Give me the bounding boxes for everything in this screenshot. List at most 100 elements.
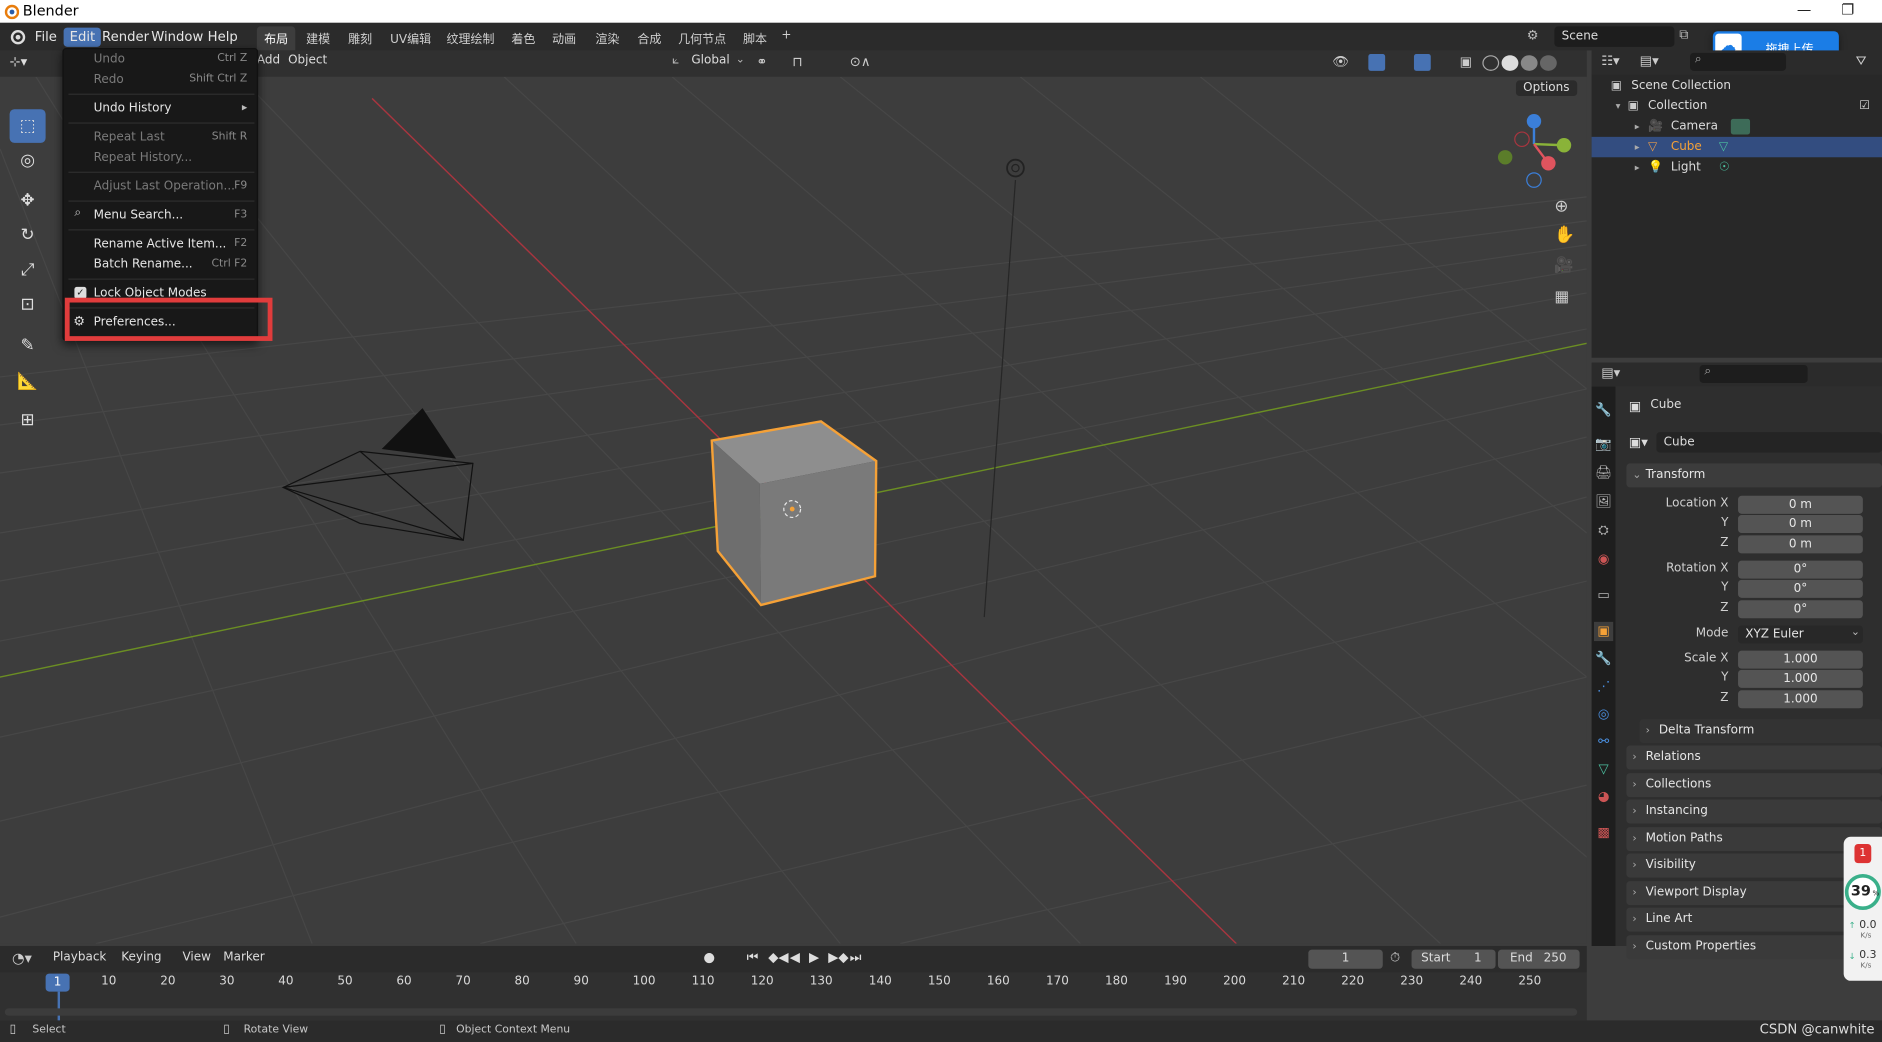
properties-search-input[interactable]: ⌕	[1699, 364, 1808, 383]
rotation-z-field[interactable]: 0°	[1738, 600, 1863, 619]
rotation-x-field[interactable]: 0°	[1738, 560, 1863, 579]
constraints-tab-icon[interactable]: ⚯	[1594, 732, 1613, 751]
menu-undo-history[interactable]: Undo History ▸	[64, 98, 260, 118]
current-frame-field[interactable]: 1	[1308, 949, 1383, 969]
rendered-shading-icon[interactable]	[1539, 55, 1557, 71]
outliner-editor-icon[interactable]: ☷▾	[1601, 53, 1619, 69]
transform-tool-icon[interactable]: ⊡	[10, 288, 46, 322]
expand-arrow-icon[interactable]: ▾	[1616, 96, 1621, 116]
expand-arrow-icon[interactable]: ▸	[1635, 116, 1640, 136]
menu-add[interactable]: Add	[257, 54, 280, 67]
keying-menu[interactable]: Keying	[121, 951, 161, 964]
view-menu[interactable]: View	[182, 951, 210, 964]
solid-shading-icon[interactable]	[1501, 55, 1519, 71]
location-z-field[interactable]: 0 m	[1738, 535, 1863, 554]
transform-orientation-dropdown[interactable]: Global	[691, 54, 729, 67]
navigation-gizmo[interactable]	[1497, 114, 1572, 188]
timeline-scrollbar[interactable]	[4, 1008, 1578, 1016]
menu-help[interactable]: Help	[202, 28, 244, 47]
annotate-tool-icon[interactable]: ✎	[10, 329, 46, 363]
play-icon[interactable]: ▶	[809, 950, 819, 966]
collections-panel[interactable]: › Collections	[1626, 773, 1882, 798]
outliner-row-collection[interactable]: ▾ ▣ Collection ☑	[1592, 96, 1882, 116]
visibility-icon[interactable]: 👁	[1332, 54, 1349, 70]
tab-modeling[interactable]: 建模	[306, 29, 330, 47]
transform-panel-header[interactable]: ⌄ Transform	[1626, 463, 1882, 488]
overlay-toggle-icon[interactable]	[1413, 54, 1431, 71]
outliner-row-camera[interactable]: ▸ 🎥 Camera	[1592, 116, 1882, 136]
menu-file[interactable]: File	[29, 28, 63, 47]
tab-shading[interactable]: 着色	[511, 29, 535, 47]
tab-layout[interactable]: 布局	[256, 26, 296, 51]
maximize-button[interactable]: ❐	[1841, 1, 1854, 18]
measure-tool-icon[interactable]: 📐	[10, 365, 46, 399]
minimize-button[interactable]: —	[1797, 1, 1811, 18]
material-shading-icon[interactable]	[1520, 55, 1538, 71]
output-tab-icon[interactable]: 🖨	[1594, 463, 1613, 482]
move-tool-icon[interactable]: ✥	[10, 184, 46, 218]
jump-end-icon[interactable]: ⏭	[850, 950, 862, 967]
data-tab-icon[interactable]: ▽	[1594, 760, 1613, 779]
stopwatch-icon[interactable]: ⏱	[1390, 950, 1400, 967]
display-mode-icon[interactable]: ▤▾	[1640, 53, 1659, 69]
texture-tab-icon[interactable]: ▩	[1594, 824, 1613, 843]
gizmo-toggle-icon[interactable]	[1368, 54, 1386, 71]
filter-icon[interactable]: ⛛	[1856, 53, 1867, 70]
blender-menu-icon[interactable]	[8, 28, 26, 46]
menu-redo[interactable]: Redo Shift Ctrl Z	[64, 70, 260, 90]
tab-texture-paint[interactable]: 纹理绘制	[447, 29, 495, 47]
pivot-point-icon[interactable]: ⚭	[756, 54, 767, 70]
play-reverse-icon[interactable]: ◀	[790, 950, 800, 966]
menu-search[interactable]: Menu Search... F3	[64, 205, 260, 225]
jump-start-icon[interactable]: ⏮	[747, 950, 759, 967]
view-layer-tab-icon[interactable]: 🖼	[1594, 492, 1613, 511]
tool-tab-icon[interactable]: 🔧	[1594, 401, 1613, 420]
prev-keyframe-icon[interactable]: ◆◀	[768, 950, 788, 966]
particles-tab-icon[interactable]: ⋰	[1594, 677, 1613, 696]
expand-arrow-icon[interactable]: ▸	[1635, 157, 1640, 177]
tab-animation[interactable]: 动画	[552, 29, 576, 47]
scale-z-field[interactable]: 1.000	[1738, 690, 1863, 709]
wireframe-shading-icon[interactable]	[1482, 55, 1500, 71]
options-button[interactable]: Options	[1515, 80, 1577, 97]
rotation-y-field[interactable]: 0°	[1738, 579, 1863, 598]
outliner-row-light[interactable]: ▸ 💡 Light ☉	[1592, 157, 1882, 177]
modifier-tab-icon[interactable]: 🔧	[1594, 649, 1613, 668]
network-monitor-widget[interactable]: 1 39 % ↑ 0.0 K/s ↓ 0.3 K/s	[1843, 836, 1882, 981]
start-frame-field[interactable]: Start 1	[1411, 949, 1496, 969]
tab-geometry-nodes[interactable]: 几何节点	[678, 29, 726, 47]
physics-tab-icon[interactable]: ◎	[1594, 705, 1613, 724]
editor-type-icon[interactable]: ⊹▾	[10, 54, 28, 70]
outliner-row-cube[interactable]: ▸ ▽ Cube ▽	[1591, 136, 1882, 158]
camera-view-icon[interactable]: 🎥	[1554, 257, 1573, 275]
add-cube-tool-icon[interactable]: ⊞	[10, 403, 46, 437]
cursor-tool-icon[interactable]: ◎	[10, 144, 46, 178]
tab-scripting[interactable]: 脚本	[743, 29, 767, 47]
menu-batch-rename[interactable]: Batch Rename... Ctrl F2	[64, 255, 260, 275]
object-type-dropdown-icon[interactable]: ▣▾	[1629, 435, 1648, 451]
proportional-edit-icon[interactable]: ⊙∧	[850, 54, 871, 70]
menu-object[interactable]: Object	[288, 54, 327, 67]
tab-uv-editing[interactable]: UV编辑	[390, 29, 431, 47]
tab-sculpting[interactable]: 雕刻	[348, 29, 372, 47]
menu-window[interactable]: Window	[145, 28, 209, 47]
menu-undo[interactable]: Undo Ctrl Z	[64, 49, 260, 69]
object-name-input[interactable]: Cube	[1656, 432, 1882, 453]
delta-transform-panel[interactable]: › Delta Transform	[1639, 719, 1882, 744]
expand-arrow-icon[interactable]: ▸	[1635, 137, 1640, 157]
object-tab-icon[interactable]: ▣	[1593, 621, 1614, 642]
light-object[interactable]	[983, 158, 1025, 618]
scale-y-field[interactable]: 1.000	[1738, 669, 1863, 688]
tab-compositing[interactable]: 合成	[637, 29, 661, 47]
xray-icon[interactable]: ▣	[1460, 54, 1472, 70]
properties-editor-icon[interactable]: ▤▾	[1601, 365, 1620, 381]
hand-pan-icon[interactable]: ✋	[1554, 226, 1575, 245]
menu-rename-active-item[interactable]: Rename Active Item... F2	[64, 234, 260, 254]
outliner-row-scene-collection[interactable]: ▣ Scene Collection	[1592, 76, 1882, 96]
new-scene-icon[interactable]: ⧉	[1679, 26, 1688, 43]
menu-repeat-history[interactable]: Repeat History...	[64, 148, 260, 168]
next-keyframe-icon[interactable]: ▶◆	[828, 950, 848, 966]
material-tab-icon[interactable]: ◕	[1594, 788, 1613, 807]
timeline-editor-icon[interactable]: ◔▾	[12, 950, 32, 967]
world-tab-icon[interactable]: ◉	[1594, 550, 1613, 569]
